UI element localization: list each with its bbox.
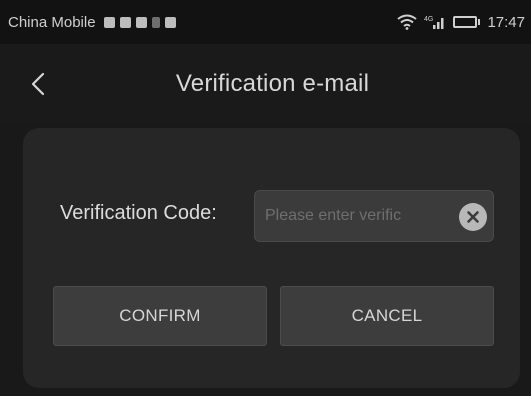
verification-code-input[interactable] [265,207,455,225]
signal-icon: 4G [424,14,446,30]
verification-code-field[interactable] [254,190,494,242]
clear-circle-icon [467,211,479,223]
notification-icon [164,16,176,28]
header-bar: Verification e-mail [0,44,531,124]
verification-card: Verification Code: CONFIRM CANCEL [23,128,520,388]
carrier-name: China Mobile [8,13,96,31]
chevron-left-icon [31,72,45,96]
notification-icon [119,16,131,28]
notification-icon [103,16,115,28]
status-left: China Mobile [8,14,176,31]
network-type: 4G [424,16,433,23]
status-right: 4G 17:47 [397,14,525,31]
clear-button[interactable] [459,203,487,231]
page-title: Verification e-mail [175,70,370,97]
verification-code-label: Verification Code: [60,202,217,224]
notification-icon [151,16,160,28]
clock: 17:47 [487,13,525,31]
wifi-icon [397,14,418,30]
confirm-button[interactable]: CONFIRM [53,286,267,346]
back-button[interactable] [22,68,54,100]
cancel-button[interactable]: CANCEL [280,286,494,346]
status-bar: China Mobile 4G 17:47 [0,0,531,44]
notification-icon [135,16,147,28]
battery-icon [453,16,481,28]
notification-icons [103,16,176,28]
